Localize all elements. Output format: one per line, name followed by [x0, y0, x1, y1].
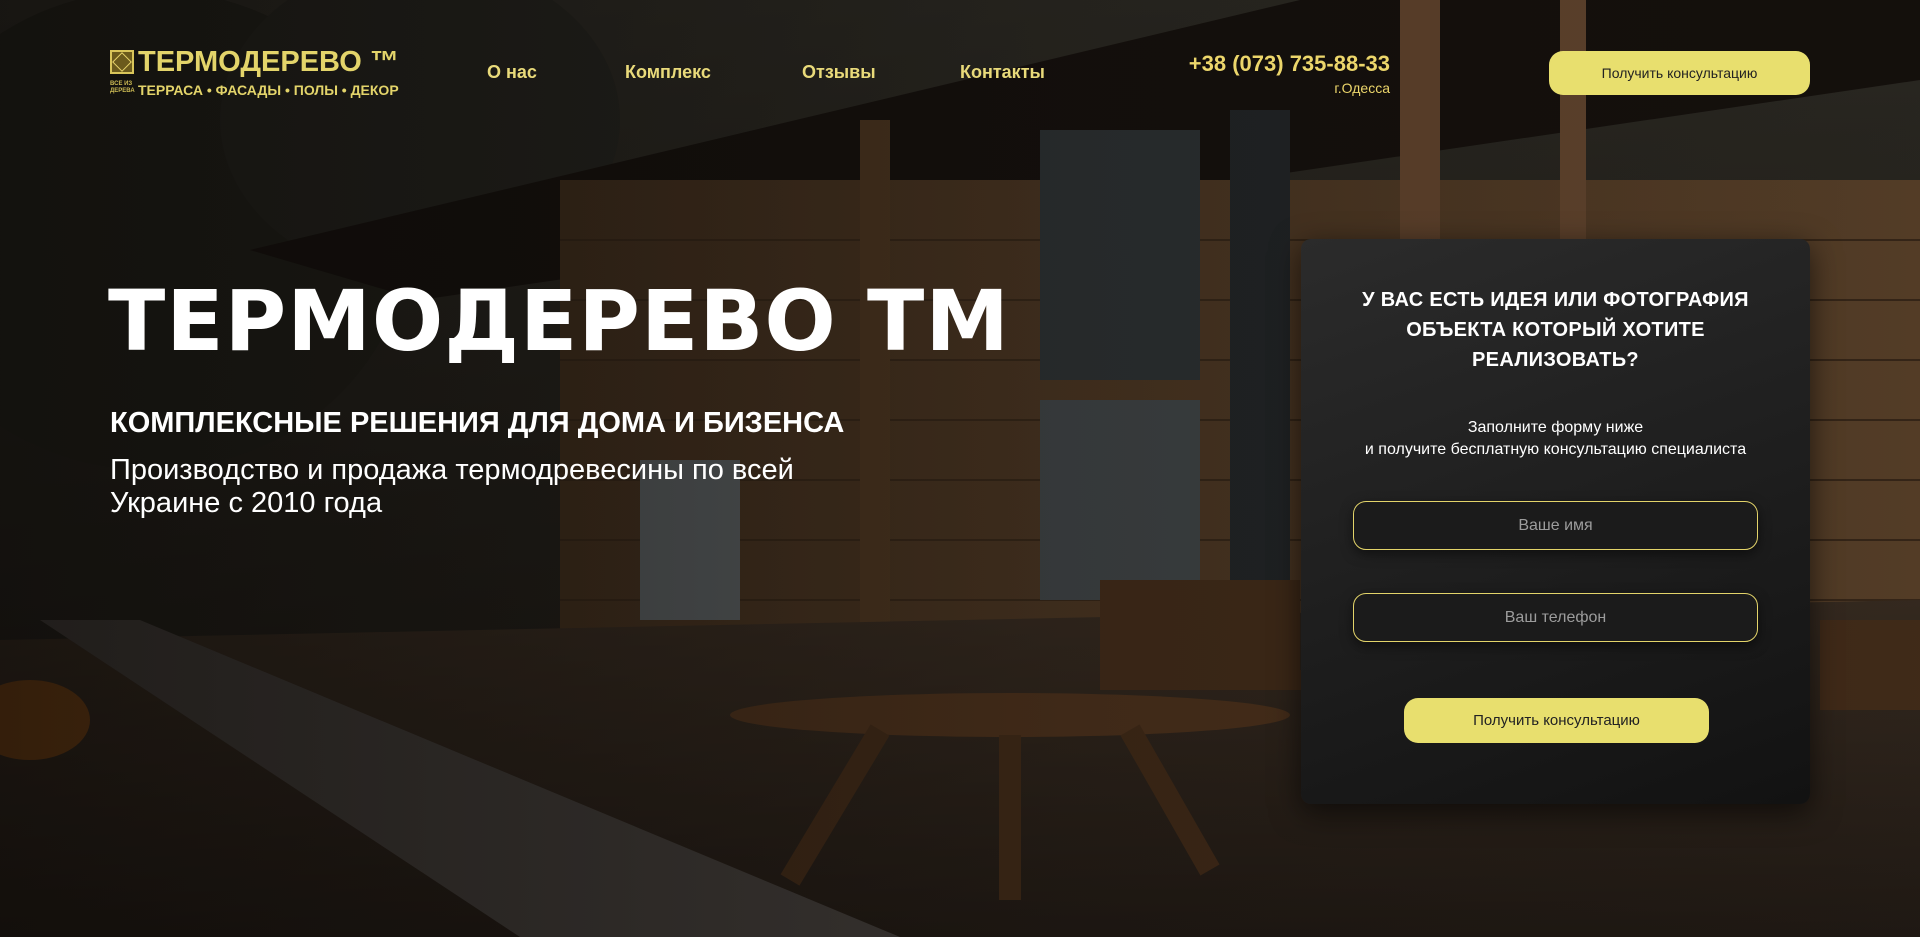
- city-label: г.Одесса: [1334, 80, 1390, 96]
- hero-title: ТЕРМОДЕРЕВО ТМ: [108, 272, 1010, 370]
- consultation-form: У ВАС ЕСТЬ ИДЕЯ ИЛИ ФОТОГРАФИЯ ОБЪЕКТА К…: [1301, 239, 1810, 804]
- nav-item-about[interactable]: О нас: [487, 62, 537, 83]
- phone-input[interactable]: [1353, 593, 1758, 642]
- form-lead: Заполните форму ниже и получите бесплатн…: [1311, 417, 1800, 461]
- form-heading: У ВАС ЕСТЬ ИДЕЯ ИЛИ ФОТОГРАФИЯ ОБЪЕКТА К…: [1362, 289, 1749, 371]
- form-submit-button[interactable]: Получить консультацию: [1404, 698, 1709, 743]
- logo-small-text: ВСЕ ИЗ ДЕРЕВА: [110, 81, 135, 94]
- nav-item-reviews[interactable]: Отзывы: [802, 62, 876, 83]
- form-lead-line2: и получите бесплатную консультацию специ…: [1364, 441, 1747, 458]
- logo-subtitle: ТЕРРАСА • ФАСАДЫ • ПОЛЫ • ДЕКОР: [138, 82, 399, 98]
- contact-block: +38 (073) 735-88-33 г.Одесса: [1189, 51, 1390, 96]
- nav-item-complex[interactable]: Комплекс: [625, 62, 711, 83]
- header-consultation-button[interactable]: Получить консультацию: [1549, 51, 1810, 95]
- name-input[interactable]: [1353, 501, 1758, 550]
- phone-link[interactable]: +38 (073) 735-88-33: [1189, 51, 1390, 77]
- site-header: ТЕРМОДЕРЕВО ™ ВСЕ ИЗ ДЕРЕВА ТЕРРАСА • ФА…: [0, 0, 1920, 145]
- logo-title: ТЕРМОДЕРЕВО ™: [138, 46, 399, 78]
- nav-item-contacts[interactable]: Контакты: [960, 62, 1045, 83]
- logo[interactable]: ТЕРМОДЕРЕВО ™ ВСЕ ИЗ ДЕРЕВА ТЕРРАСА • ФА…: [110, 46, 400, 100]
- form-lead-line1: Заполните форму ниже: [1467, 419, 1644, 436]
- hero-description: Производство и продажа термодревесины по…: [110, 454, 794, 519]
- hero-subtitle: КОМПЛЕКСНЫЕ РЕШЕНИЯ ДЛЯ ДОМА И БИЗЕНСА: [110, 407, 845, 439]
- logo-icon: [110, 50, 134, 74]
